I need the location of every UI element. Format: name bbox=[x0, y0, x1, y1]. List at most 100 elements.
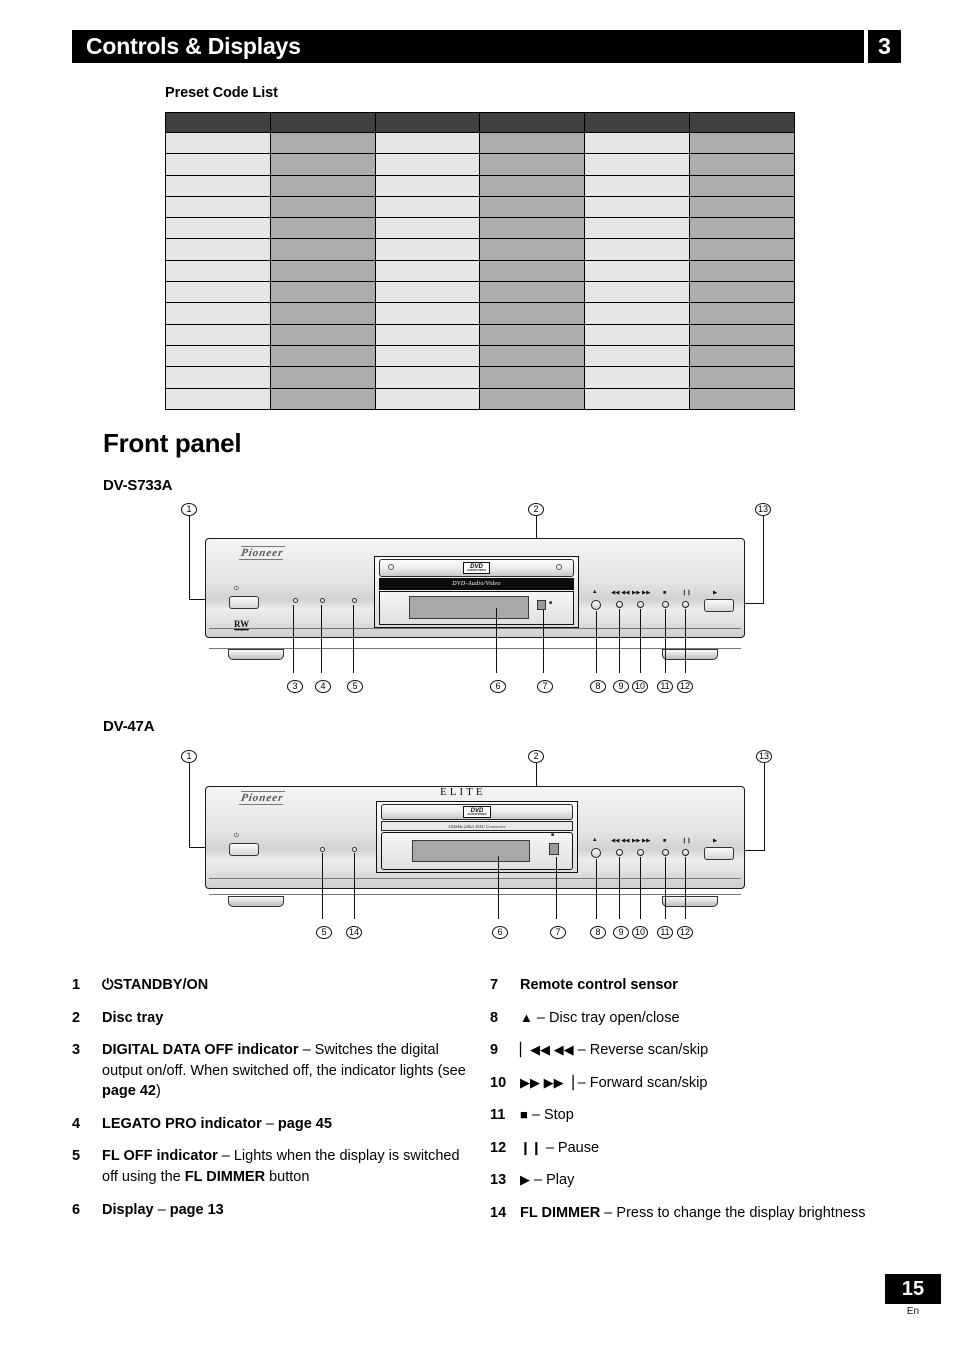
callout-7: 7 bbox=[550, 926, 566, 939]
reference-item-number: 13 bbox=[490, 1172, 507, 1189]
leader-line bbox=[596, 611, 597, 673]
reference-item-text: Remote control sensor bbox=[520, 977, 678, 993]
page-language-label: En bbox=[906, 1306, 920, 1317]
play-button[interactable] bbox=[704, 847, 734, 860]
reference-item: 14 FL DIMMER – Press to change the displa… bbox=[490, 1203, 890, 1224]
reference-item-number: 5 bbox=[72, 1148, 81, 1165]
callout-10: 10 bbox=[632, 926, 648, 939]
play-icon: ▶ bbox=[713, 838, 718, 844]
table-cell bbox=[479, 174, 586, 197]
table-cell bbox=[689, 174, 795, 197]
forward-scan-button[interactable] bbox=[637, 849, 644, 856]
callout-4: 4 bbox=[315, 680, 331, 693]
table-cell bbox=[374, 153, 481, 176]
table-header-cell bbox=[584, 112, 691, 133]
table-cell bbox=[374, 238, 481, 261]
eject-button[interactable] bbox=[591, 848, 601, 858]
reference-item: 4 LEGATO PRO indicator – page 45 bbox=[72, 1114, 470, 1135]
leader-line bbox=[189, 763, 190, 848]
reference-item-number: 8 bbox=[490, 1009, 499, 1026]
disc-tray[interactable]: DVD AUDIO/VIDEO bbox=[381, 804, 573, 820]
pause-button[interactable] bbox=[682, 601, 689, 608]
table-row bbox=[165, 281, 795, 304]
table-row bbox=[165, 323, 795, 346]
leader-line bbox=[353, 605, 354, 673]
table-header-cell bbox=[165, 112, 271, 133]
fl-dimmer-indicator bbox=[352, 847, 357, 852]
table-cell bbox=[479, 195, 586, 219]
table-cell bbox=[689, 195, 795, 219]
dac-converter-label: 192kHz 24bit DAC Converter bbox=[448, 823, 506, 829]
table-cell bbox=[479, 323, 586, 346]
callout-5: 5 bbox=[316, 926, 332, 939]
forward-scan-button[interactable] bbox=[637, 601, 644, 608]
pause-button[interactable] bbox=[682, 849, 689, 856]
page-header-bar: Controls & Displays bbox=[72, 30, 864, 63]
leader-line bbox=[321, 605, 322, 673]
table-cell bbox=[584, 281, 691, 304]
play-button[interactable] bbox=[704, 599, 734, 612]
table-cell bbox=[584, 195, 691, 219]
elite-badge: ELITE bbox=[440, 786, 486, 798]
table-cell bbox=[165, 281, 271, 304]
pause-icon: ❙❙ bbox=[682, 838, 692, 844]
leader-line bbox=[640, 857, 641, 919]
standby-on-button[interactable] bbox=[229, 843, 259, 856]
table-cell bbox=[269, 259, 376, 283]
callout-10: 10 bbox=[632, 680, 648, 693]
reverse-scan-button[interactable] bbox=[616, 849, 623, 856]
table-cell bbox=[479, 238, 586, 261]
table-cell bbox=[269, 302, 376, 325]
disc-tray[interactable]: DVD AUDIO/VIDEO bbox=[379, 559, 574, 577]
stop-icon: ■ bbox=[663, 590, 667, 596]
chapter-number-badge: 3 bbox=[868, 30, 901, 63]
callout-12: 12 bbox=[677, 926, 693, 939]
table-row bbox=[165, 387, 795, 410]
reference-item: 10 ▶▶ ▶▶▕ – Forward scan/skip bbox=[490, 1073, 890, 1094]
reference-item-text: Disc tray bbox=[102, 1009, 164, 1026]
eject-button[interactable] bbox=[591, 600, 601, 610]
table-header-cell bbox=[269, 112, 376, 133]
table-cell bbox=[374, 259, 481, 283]
reference-item-number: 4 bbox=[72, 1115, 81, 1132]
reverse-scan-button[interactable] bbox=[616, 601, 623, 608]
reference-item-number: 9 bbox=[490, 1042, 499, 1059]
table-cell bbox=[584, 174, 691, 197]
table-cell bbox=[165, 131, 271, 155]
leader-line bbox=[764, 763, 765, 851]
callout-13: 13 bbox=[755, 503, 771, 516]
table-cell bbox=[165, 174, 271, 197]
stop-button[interactable] bbox=[662, 849, 669, 856]
callout-8: 8 bbox=[590, 926, 606, 939]
table-cell bbox=[269, 174, 376, 197]
standby-on-button[interactable] bbox=[229, 596, 259, 609]
table-cell bbox=[374, 302, 481, 325]
sensor-icon: ■ bbox=[549, 600, 553, 606]
table-row bbox=[165, 131, 795, 155]
leader-line bbox=[665, 609, 666, 673]
table-cell bbox=[269, 238, 376, 261]
callout-14: 14 bbox=[346, 926, 362, 939]
table-cell bbox=[165, 153, 271, 176]
chassis-seam bbox=[209, 894, 741, 895]
pioneer-logo: Pioneer bbox=[238, 546, 286, 560]
reference-item-text: LEGATO PRO indicator – page 45 bbox=[102, 1115, 332, 1132]
reference-item: 13 ▶ – Play bbox=[490, 1170, 890, 1191]
stop-button[interactable] bbox=[662, 601, 669, 608]
table-row bbox=[165, 174, 795, 197]
table-cell bbox=[689, 131, 795, 155]
reference-item-text: ❙❙ – Pause bbox=[520, 1139, 600, 1156]
preset-code-list-title: Preset Code List bbox=[165, 85, 278, 101]
remote-control-sensor bbox=[549, 843, 559, 855]
table-cell bbox=[584, 259, 691, 283]
model-label-dv-s733a: DV-S733A bbox=[103, 477, 173, 494]
reference-item-number: 6 bbox=[72, 1201, 81, 1218]
dvd-logo: DVD AUDIO/VIDEO bbox=[463, 806, 491, 818]
remote-control-sensor bbox=[537, 600, 546, 610]
table-cell bbox=[165, 387, 271, 410]
table-row bbox=[165, 195, 795, 219]
device-foot bbox=[228, 649, 284, 660]
reference-item-number: 3 bbox=[72, 1042, 81, 1059]
preset-code-table bbox=[165, 112, 795, 410]
table-row bbox=[165, 302, 795, 325]
